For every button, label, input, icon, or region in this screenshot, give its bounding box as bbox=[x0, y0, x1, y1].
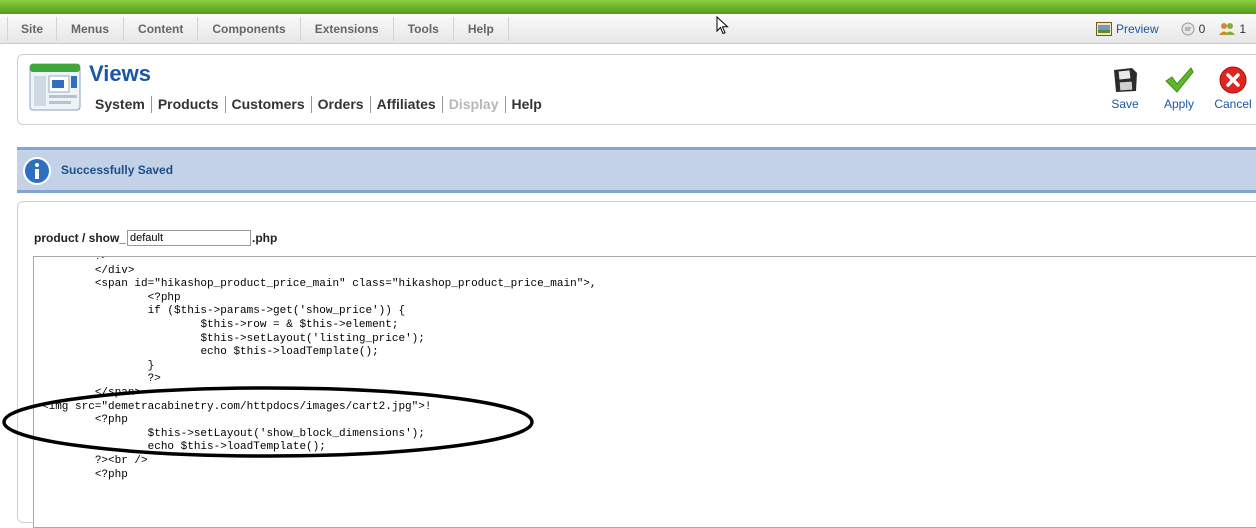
messages-icon bbox=[1181, 22, 1195, 36]
menu-site[interactable]: Site bbox=[7, 17, 58, 41]
subnav-orders[interactable]: Orders bbox=[312, 96, 371, 113]
menu-components[interactable]: Components bbox=[198, 17, 301, 41]
subnav-system[interactable]: System bbox=[95, 96, 152, 113]
code-line: $this->setLayout('listing_price'); bbox=[42, 332, 425, 345]
messages-counter[interactable]: 0 bbox=[1181, 22, 1206, 36]
code-line: </span> bbox=[42, 387, 142, 399]
users-count: 1 bbox=[1239, 22, 1246, 36]
status-area: Preview 0 1 bbox=[1095, 18, 1246, 40]
menu-menus[interactable]: Menus bbox=[57, 17, 125, 41]
menu-help[interactable]: Help bbox=[454, 17, 509, 41]
users-icon bbox=[1219, 23, 1236, 35]
code-line: <?php bbox=[42, 414, 128, 427]
users-counter[interactable]: 1 bbox=[1219, 22, 1246, 36]
code-line: echo $this->loadTemplate(); bbox=[42, 346, 379, 359]
code-line: } bbox=[42, 359, 155, 372]
messages-count: 0 bbox=[1198, 22, 1206, 36]
code-line: echo $this->loadTemplate(); bbox=[42, 441, 326, 454]
preview-label: Preview bbox=[1115, 22, 1159, 36]
toolbar-panel: Views System Products Customers Orders A… bbox=[17, 54, 1256, 125]
info-icon bbox=[23, 157, 51, 185]
code-line: ?> bbox=[42, 373, 161, 386]
admin-menubar: Site Menus Content Components Extensions… bbox=[0, 14, 1256, 44]
apply-icon bbox=[1165, 67, 1194, 93]
cancel-button[interactable]: Cancel bbox=[1206, 65, 1256, 111]
code-line: $this->setLayout('show_block_dimensions'… bbox=[42, 427, 425, 440]
sub-navigation: System Products Customers Orders Affilia… bbox=[95, 96, 548, 113]
subnav-help[interactable]: Help bbox=[506, 96, 548, 113]
file-name-input[interactable] bbox=[127, 230, 252, 246]
views-icon bbox=[29, 63, 81, 111]
apply-label: Apply bbox=[1163, 97, 1195, 111]
subnav-affiliates[interactable]: Affiliates bbox=[371, 96, 443, 113]
toolbar-actions: Save Apply Cancel bbox=[1098, 65, 1256, 111]
subnav-customers[interactable]: Customers bbox=[226, 96, 312, 113]
cancel-icon bbox=[1219, 66, 1247, 94]
code-line: </div> bbox=[42, 264, 135, 277]
apply-button[interactable]: Apply bbox=[1152, 65, 1206, 111]
save-icon bbox=[1114, 68, 1137, 92]
file-prefix: product / show_ bbox=[34, 231, 127, 245]
subnav-display: Display bbox=[443, 96, 506, 113]
code-line: $this->row = & $this->element; bbox=[42, 319, 399, 331]
code-line: if ($this->params->get('show_price')) { bbox=[42, 305, 406, 318]
preview-icon bbox=[1095, 22, 1112, 36]
mouse-cursor-icon bbox=[716, 16, 729, 35]
code-line: <span id="hikashop_product_price_main" c… bbox=[42, 278, 597, 291]
subnav-products[interactable]: Products bbox=[152, 96, 226, 113]
menu-tools[interactable]: Tools bbox=[394, 17, 454, 41]
save-label: Save bbox=[1111, 97, 1139, 111]
file-suffix: .php bbox=[252, 231, 278, 245]
save-button[interactable]: Save bbox=[1098, 65, 1152, 111]
system-message: Successfully Saved bbox=[17, 147, 1256, 193]
code-line: <img src="demetracabinetry.com/httpdocs/… bbox=[42, 400, 432, 413]
preview-link[interactable]: Preview bbox=[1095, 22, 1159, 36]
menu-extensions[interactable]: Extensions bbox=[301, 17, 394, 41]
menu-content[interactable]: Content bbox=[124, 17, 199, 41]
code-line: ?><br /> bbox=[42, 455, 148, 467]
cancel-label: Cancel bbox=[1214, 97, 1252, 111]
top-stripe bbox=[0, 0, 1256, 14]
file-name-row: product / show_ .php bbox=[34, 230, 277, 246]
code-line: <?php bbox=[42, 468, 128, 481]
code-editor-textarea[interactable]: ?> </div> <span id="hikashop_product_pri… bbox=[33, 256, 1256, 528]
page-title: Views bbox=[89, 61, 151, 86]
message-text: Successfully Saved bbox=[61, 163, 174, 177]
editor-panel: product / show_ .php ?> </div> <span id=… bbox=[17, 201, 1256, 528]
code-line: <?php bbox=[42, 291, 181, 304]
main-menu: Site Menus Content Components Extensions… bbox=[7, 17, 509, 41]
